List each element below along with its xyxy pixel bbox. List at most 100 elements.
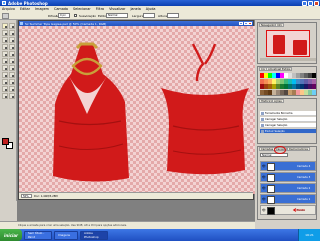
shape-tool-icon[interactable] [9, 79, 15, 85]
menu-filtro[interactable]: Filtro [96, 7, 104, 11]
tab-paths[interactable]: Demarcadores [287, 147, 310, 151]
layers-panel: Camadas Canais Demarcadores Normal 👁 Cama… [257, 146, 317, 220]
zoom-tool-icon[interactable] [9, 93, 15, 99]
clone-stamp-tool-icon[interactable] [2, 51, 8, 57]
toolbox [0, 20, 17, 201]
canvas-artwork [53, 42, 249, 182]
document-close-button[interactable] [248, 21, 252, 26]
eraser-tool-icon[interactable] [2, 58, 8, 64]
start-button[interactable]: iniciar [0, 229, 22, 241]
canvas[interactable] [19, 26, 255, 194]
layer-row[interactable]: 👁 Camada 2 [260, 183, 316, 193]
antialias-checkbox[interactable] [74, 13, 78, 18]
selection-icon [261, 124, 264, 127]
color-swatch[interactable] [312, 73, 316, 79]
layer-row[interactable]: 👁 Camada 1 [260, 194, 316, 204]
red-halter-top-front [53, 42, 129, 182]
selection-icon [261, 118, 264, 121]
history-item[interactable]: Carregar Seleção [260, 117, 316, 122]
navigator-panel: Navegador Info [257, 22, 317, 64]
visibility-eye-icon[interactable]: 👁 [262, 186, 266, 191]
system-tray-clock: 16:21 [298, 229, 320, 241]
layer-row-background[interactable]: 👁 Fundo [260, 205, 316, 215]
notes-tool-icon[interactable] [2, 86, 8, 92]
swatches-grid[interactable] [260, 73, 316, 95]
magic-wand-tool-icon[interactable] [9, 30, 15, 36]
tab-styles[interactable]: Estilos [280, 67, 293, 71]
taskbar-item-images[interactable]: Imagens [54, 230, 78, 240]
navigator-zoom-slider[interactable] [260, 58, 316, 61]
lasso-tool-icon[interactable] [2, 30, 8, 36]
layer-thumbnail [267, 196, 275, 204]
color-swatch[interactable] [312, 84, 316, 90]
brush-tool-icon[interactable] [9, 44, 15, 50]
taskbar: iniciar Sem título - Paint Imagens Adobe… [0, 229, 320, 241]
menu-camada[interactable]: Camada [54, 7, 68, 11]
taskbar-item-paint[interactable]: Sem título - Paint [24, 230, 52, 240]
menu-janela[interactable]: Janela [130, 7, 140, 11]
dodge-tool-icon[interactable] [9, 65, 15, 71]
red-halter-top-back [161, 43, 249, 175]
menu-selecionar[interactable]: Selecionar [73, 7, 91, 11]
maximize-button[interactable] [308, 0, 314, 6]
layer-thumbnail [267, 174, 275, 182]
document-zoom-field[interactable]: 50% [21, 194, 32, 198]
type-tool-icon[interactable] [9, 72, 15, 78]
document-window: Sx Summer Tops Gagiee.psd @ 50% (Camada … [18, 20, 255, 200]
menu-imagem[interactable]: Imagem [35, 7, 49, 11]
history-brush-tool-icon[interactable] [9, 51, 15, 57]
tab-layers[interactable]: Camadas [259, 147, 276, 151]
foreground-color-swatch[interactable] [2, 138, 9, 145]
visibility-eye-icon[interactable]: 👁 [262, 197, 266, 202]
pen-tool-icon[interactable] [2, 79, 8, 85]
antialias-label: Suavização [79, 14, 96, 18]
crop-tool-icon[interactable] [2, 37, 8, 43]
document-icon [20, 22, 23, 25]
slice-tool-icon[interactable] [9, 37, 15, 43]
menu-arquivo[interactable]: Arquivo [2, 7, 15, 11]
navigator-preview[interactable] [266, 30, 310, 57]
hand-tool-icon[interactable] [2, 93, 8, 99]
document-status-bar: 50% Doc: 1,44M/3,28M [19, 192, 253, 199]
menu-ajuda[interactable]: Ajuda [146, 7, 156, 11]
selection-icon [261, 130, 264, 133]
window-title: Adobe Photoshop [8, 0, 48, 6]
options-bar: Difusão: 0 px Suavização Estilo: Normal … [0, 11, 320, 20]
gradient-tool-icon[interactable] [9, 58, 15, 64]
color-swatch[interactable] [312, 89, 316, 95]
history-item-active[interactable]: Excluir Seleção [260, 129, 316, 134]
minimize-button[interactable] [302, 0, 308, 6]
layer-row[interactable]: 👁 Camada 3 [260, 172, 316, 182]
tab-info[interactable]: Info [275, 23, 284, 27]
history-item[interactable]: Ferramenta Borracha [260, 111, 316, 116]
color-swatch[interactable] [312, 78, 316, 84]
width-input[interactable] [143, 13, 155, 18]
eyedropper-tool-icon[interactable] [9, 86, 15, 92]
path-selection-tool-icon[interactable] [2, 72, 8, 78]
healing-brush-tool-icon[interactable] [2, 44, 8, 50]
document-status-text: Doc: 1,44M/3,28M [34, 194, 58, 198]
history-panel: Histórico Ações Ferramenta Borracha Carr… [257, 98, 317, 144]
tab-actions[interactable]: Ações [272, 99, 284, 103]
visibility-eye-icon[interactable]: 👁 [262, 175, 266, 180]
visibility-eye-icon[interactable]: 👁 [262, 164, 266, 169]
status-hint: Clique e arraste para criar uma seleção.… [18, 224, 127, 227]
blur-tool-icon[interactable] [2, 65, 8, 71]
menu-editar[interactable]: Editar [20, 7, 30, 11]
height-input[interactable] [167, 13, 179, 18]
feather-input[interactable]: 0 px [58, 13, 70, 18]
marquee-tool-icon[interactable] [2, 23, 8, 29]
marquee-tool-preset-icon[interactable] [2, 12, 9, 19]
history-item[interactable]: Carregar Seleção [260, 123, 316, 128]
visibility-eye-icon[interactable]: 👁 [262, 208, 266, 213]
taskbar-item-photoshop[interactable]: Adobe Photoshop [80, 230, 108, 240]
layer-thumbnail [267, 185, 275, 193]
layer-row[interactable]: 👁 Camada 4 [260, 161, 316, 171]
document-maximize-button[interactable] [243, 21, 248, 26]
menu-visualizar[interactable]: Visualizar [109, 7, 125, 11]
move-tool-icon[interactable] [9, 23, 15, 29]
blend-mode-select[interactable]: Normal [260, 153, 288, 157]
style-select[interactable]: Normal [106, 13, 128, 18]
close-button[interactable] [314, 0, 319, 6]
document-minimize-button[interactable] [239, 21, 244, 26]
